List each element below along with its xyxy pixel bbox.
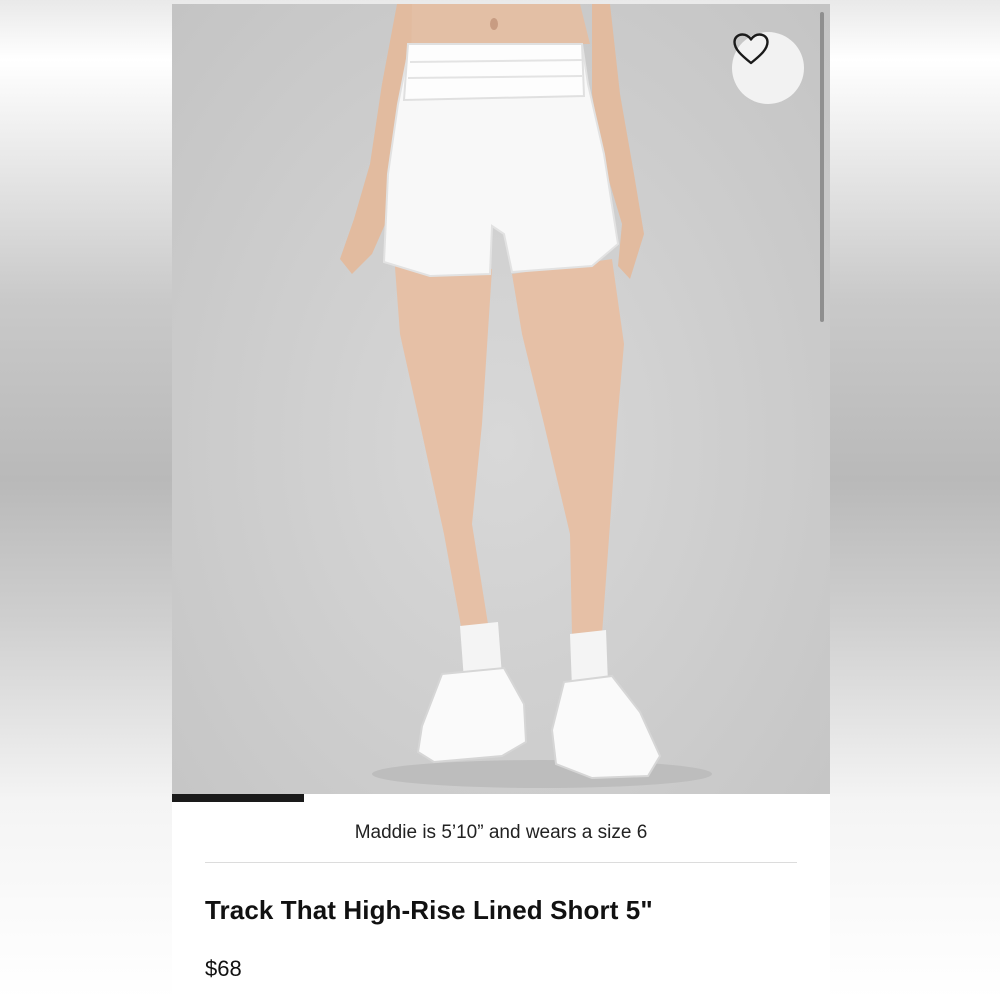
product-page: Maddie is 5’10” and wears a size 6 Track… <box>172 4 830 1000</box>
gallery-progress-bar <box>172 794 304 802</box>
product-image[interactable] <box>172 4 830 802</box>
image-scrollbar[interactable] <box>820 12 824 322</box>
product-price: $68 <box>205 956 242 981</box>
right-sneaker <box>550 674 662 780</box>
left-leg <box>394 254 492 632</box>
heart-outline-icon <box>733 33 769 65</box>
gallery-progress-track <box>172 794 830 802</box>
floor-shadow <box>372 760 712 788</box>
right-leg <box>512 259 624 636</box>
product-title: Track That High-Rise Lined Short 5" <box>205 895 653 925</box>
model-photo <box>340 4 712 788</box>
model-size-info: Maddie is 5’10” and wears a size 6 <box>354 822 648 843</box>
left-sneaker <box>416 666 528 764</box>
divider <box>205 862 797 863</box>
favorite-button[interactable] <box>732 32 804 104</box>
waistband <box>402 43 586 102</box>
navel <box>490 18 498 30</box>
